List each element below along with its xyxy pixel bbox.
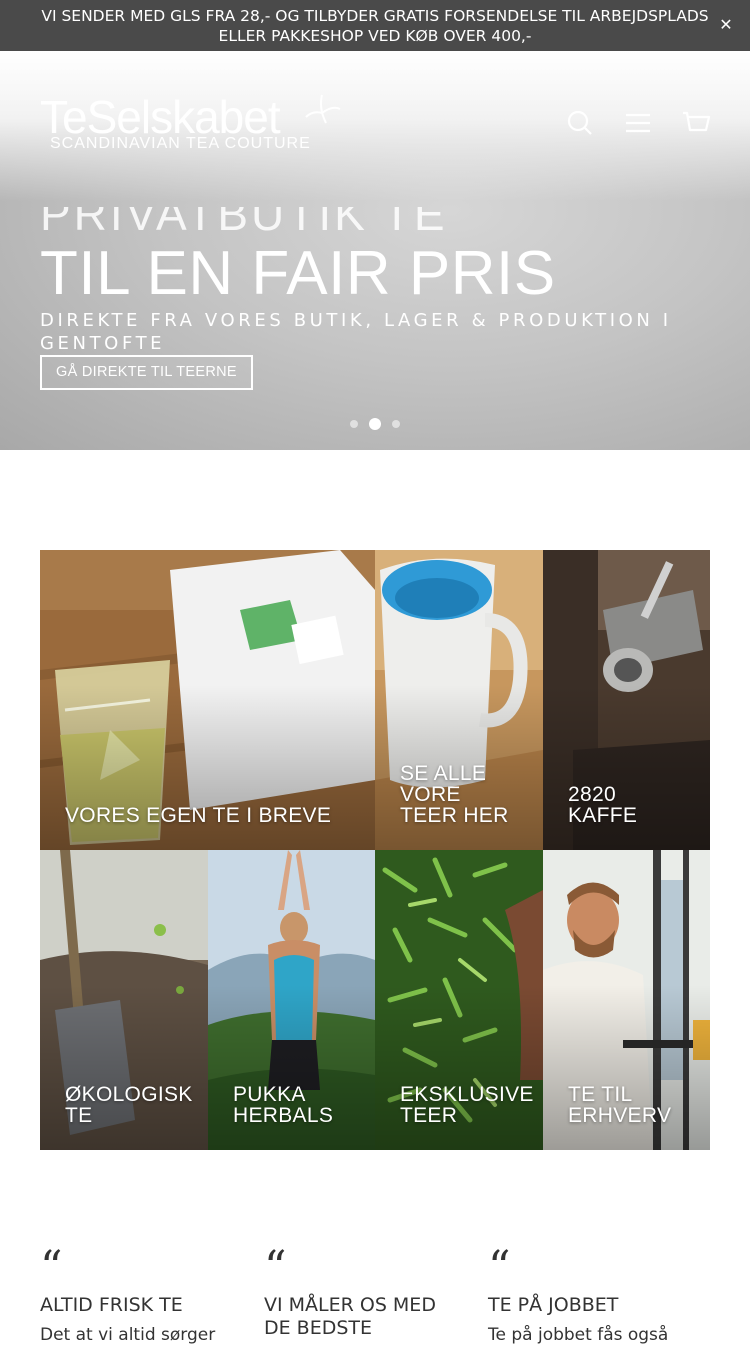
hero-subtitle: DIREKTE FRA VORES BUTIK, LAGER & PRODUKT… [40, 310, 672, 354]
tile-exclusive-teas[interactable]: EKSKLUSIVE TEER [375, 850, 543, 1150]
slide-dot-2[interactable] [369, 418, 381, 430]
announcement-bar: VI SENDER MED GLS FRA 28,- OG TILBYDER G… [0, 0, 750, 51]
cart-icon[interactable] [681, 108, 711, 138]
close-icon[interactable]: ✕ [716, 15, 736, 35]
testimonial-title: ALTID FRISK TE [40, 1294, 183, 1316]
testimonial-title: TE PÅ JOBBET [488, 1294, 619, 1316]
announcement-text: VI SENDER MED GLS FRA 28,- OG TILBYDER G… [41, 7, 709, 45]
testimonial-title: VI MÅLER OS MED DE BEDSTE [264, 1294, 436, 1339]
slide-dot-3[interactable] [392, 420, 400, 428]
testimonial-card: “ VI MÅLER OS MED DE BEDSTE [264, 1248, 464, 1346]
tile-label: 2820 KAFFE [568, 783, 638, 827]
tile-label: VORES EGEN TE I BREVE [65, 804, 332, 827]
tile-coffee[interactable]: 2820 KAFFE [543, 550, 710, 850]
tile-label: TE TIL ERHVERV [568, 1083, 672, 1127]
site-logo[interactable]: TeSelskabet SCANDINAVIAN TEA COUTURE [40, 91, 341, 155]
tile-label: PUKKA HERBALS [233, 1083, 334, 1127]
tile-business-tea[interactable]: TE TIL ERHVERV [543, 850, 710, 1150]
testimonial-card: “ ALTID FRISK TE Det at vi altid sørger [40, 1248, 240, 1347]
testimonial-body: Te på jobbet fås også [488, 1325, 669, 1345]
logo-wordmark: TeSelskabet [40, 91, 281, 143]
tile-organic-tea[interactable]: ØKOLOGISK TE [40, 850, 208, 1150]
hero-banner: TeSelskabet SCANDINAVIAN TEA COUTURE PRI… [0, 51, 750, 450]
tile-tea-bags[interactable]: VORES EGEN TE I BREVE [40, 550, 375, 850]
quote-icon: “ [264, 1248, 287, 1274]
tile-all-teas[interactable]: SE ALLE VORE TEER HER [375, 550, 543, 850]
tile-pukka-herbals[interactable]: PUKKA HERBALS [208, 850, 375, 1150]
menu-icon[interactable] [623, 108, 653, 138]
tile-label: ØKOLOGISK TE [65, 1083, 193, 1127]
quote-icon: “ [40, 1248, 63, 1274]
tile-label: EKSKLUSIVE TEER [400, 1083, 534, 1127]
quote-icon: “ [488, 1248, 511, 1274]
hero-title: TIL EN FAIR PRIS [40, 239, 556, 308]
search-icon[interactable] [565, 108, 595, 138]
logo-tagline: SCANDINAVIAN TEA COUTURE [50, 135, 311, 152]
leaf-icon [305, 94, 341, 124]
testimonial-body: Det at vi altid sørger [40, 1325, 216, 1345]
slide-dot-1[interactable] [350, 420, 358, 428]
shop-teas-button[interactable]: GÅ DIREKTE TIL TEERNE [40, 355, 253, 390]
tile-label: SE ALLE VORE TEER HER [400, 762, 509, 827]
testimonial-card: “ TE PÅ JOBBET Te på jobbet fås også [488, 1248, 688, 1347]
